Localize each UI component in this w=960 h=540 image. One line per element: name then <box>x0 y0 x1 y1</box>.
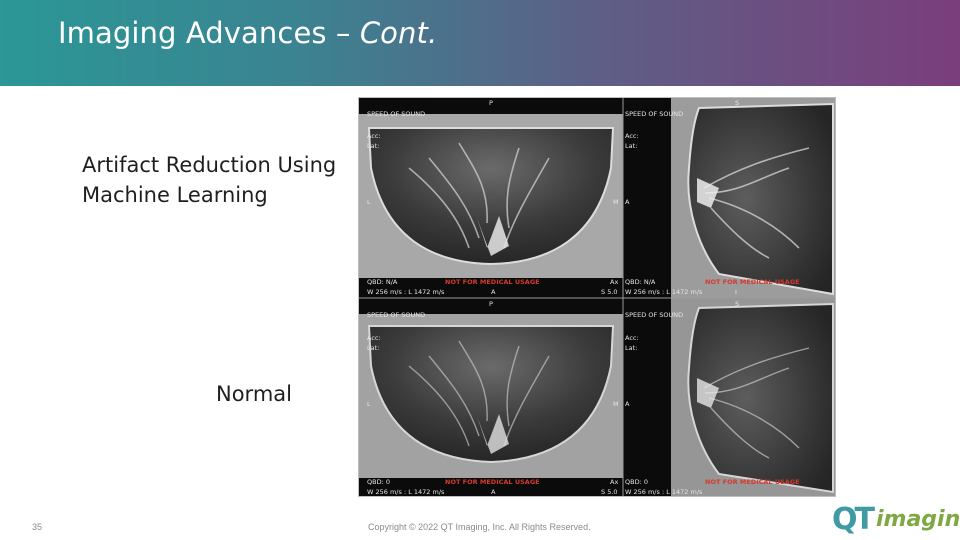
right-marker: M <box>613 400 619 408</box>
orient-top-label: S <box>735 300 740 308</box>
right-marker: M <box>613 198 619 206</box>
left-marker: L <box>367 198 371 206</box>
slide-title-italic: Cont. <box>359 16 438 50</box>
warning-label: NOT FOR MEDICAL USAGE <box>445 278 540 286</box>
page-number: 35 <box>32 522 43 532</box>
lat-label: Lat: <box>367 142 380 150</box>
left-marker: A <box>625 198 630 206</box>
acc-label: Acc: <box>367 334 381 342</box>
logo-mark: QT <box>832 502 875 537</box>
ml-label: Artifact Reduction Using Machine Learnin… <box>82 153 337 207</box>
acc-label: Acc: <box>625 132 639 140</box>
mode-label: SPEED OF SOUND <box>625 110 684 118</box>
title-banner: Imaging Advances – Cont. <box>0 0 960 86</box>
qbd-label: QBD: N/A <box>367 278 398 286</box>
orient-bottom-label: A <box>491 488 496 496</box>
panel-ml-coronal-image <box>359 98 623 298</box>
qbd-label: QBD: 0 <box>625 478 648 486</box>
orient-bottom-label: A <box>491 288 496 296</box>
left-marker: A <box>625 400 630 408</box>
copyright-text: Copyright © 2022 QT Imaging, Inc. All Ri… <box>368 522 591 532</box>
view-label: Ax <box>610 278 619 286</box>
acc-label: Acc: <box>625 334 639 342</box>
orient-top-label: P <box>489 99 493 107</box>
normal-label: Normal <box>216 382 292 406</box>
slice-label: S 5.0 <box>601 288 618 296</box>
mode-label: SPEED OF SOUND <box>625 311 684 319</box>
acc-label: Acc: <box>367 132 381 140</box>
lat-label: Lat: <box>367 344 380 352</box>
qbd-label: QBD: N/A <box>625 278 656 286</box>
window-label: W 256 m/s : L 1472 m/s <box>625 488 703 496</box>
logo-wordmark: imaging <box>876 507 960 532</box>
lat-label: Lat: <box>625 344 638 352</box>
slide-title: Imaging Advances – Cont. <box>58 16 437 50</box>
orient-bottom-label: I <box>735 288 737 296</box>
window-label: W 256 m/s : L 1472 m/s <box>367 488 445 496</box>
qt-imaging-logo: QT imaging <box>832 502 960 537</box>
panel-ml-sagittal-image <box>623 98 835 298</box>
orient-top-label: S <box>735 99 740 107</box>
ultrasound-viewer[interactable]: P SPEED OF SOUND Acc: Lat: L M QBD: N/A … <box>358 97 836 497</box>
left-marker: L <box>367 400 371 408</box>
window-label: W 256 m/s : L 1472 m/s <box>367 288 445 296</box>
panel-normal-sagittal-image <box>623 298 835 496</box>
lat-label: Lat: <box>625 142 638 150</box>
slide-title-main: Imaging Advances – <box>58 16 360 50</box>
scan-images <box>359 98 835 496</box>
view-label: Ax <box>610 478 619 486</box>
warning-label: NOT FOR MEDICAL USAGE <box>705 278 800 286</box>
orient-top-label: P <box>489 300 493 308</box>
qbd-label: QBD: 0 <box>367 478 390 486</box>
window-label: W 256 m/s : L 1472 m/s <box>625 288 703 296</box>
mode-label: SPEED OF SOUND <box>367 110 426 118</box>
slice-label: S 5.0 <box>601 488 618 496</box>
warning-label: NOT FOR MEDICAL USAGE <box>705 478 800 486</box>
panel-normal-coronal-image <box>359 298 623 496</box>
mode-label: SPEED OF SOUND <box>367 311 426 319</box>
warning-label: NOT FOR MEDICAL USAGE <box>445 478 540 486</box>
